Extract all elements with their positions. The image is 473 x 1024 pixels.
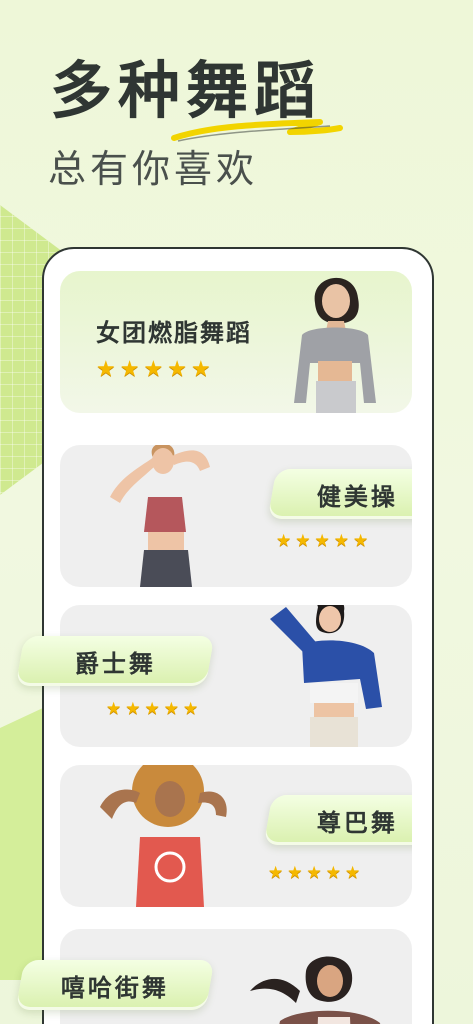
star-icon: ★ — [353, 531, 369, 551]
star-icon: ★ — [190, 357, 211, 382]
dance-label-pill: 爵士舞 — [15, 636, 215, 686]
star-icon: ★ — [295, 531, 311, 551]
star-icon: ★ — [276, 531, 292, 551]
dance-label-pill: 嘻哈街舞 — [15, 960, 215, 1010]
star-icon: ★ — [119, 357, 140, 382]
dancer-photo — [110, 445, 210, 587]
star-icon: ★ — [125, 699, 141, 719]
page-subtitle: 总有你喜欢 — [48, 147, 259, 191]
dance-card-aerobics[interactable]: 健美操 ★ ★ ★ ★ ★ — [60, 445, 412, 587]
dance-label-pill: 尊巴舞 — [263, 795, 412, 845]
rating-stars: ★ ★ ★ ★ ★ — [96, 359, 211, 381]
star-icon: ★ — [333, 531, 349, 551]
star-icon: ★ — [325, 863, 341, 883]
dance-label-pill: 健美操 — [267, 469, 412, 519]
dance-card-label: 嘻哈街舞 — [61, 973, 169, 1002]
star-icon: ★ — [144, 699, 160, 719]
star-icon: ★ — [143, 357, 164, 382]
rating-stars: ★ ★ ★ ★ ★ — [276, 533, 368, 550]
star-icon: ★ — [345, 863, 361, 883]
dance-card-zumba[interactable]: 尊巴舞 ★ ★ ★ ★ ★ — [60, 765, 412, 907]
star-icon: ★ — [287, 863, 303, 883]
underline-swoosh — [171, 119, 343, 142]
star-icon: ★ — [268, 863, 284, 883]
rating-stars: ★ ★ ★ ★ ★ — [268, 865, 360, 882]
star-icon: ★ — [306, 863, 322, 883]
dancer-photo — [270, 605, 382, 747]
dance-card-label: 爵士舞 — [74, 649, 156, 678]
star-icon: ★ — [314, 531, 330, 551]
star-icon: ★ — [96, 357, 116, 382]
promo-page: 多种舞蹈 总有你喜欢 女团燃脂舞蹈 ★ ★ ★ ★ ★ 健美操 ★ ★ ★ ★ … — [0, 0, 473, 1024]
dance-card-label: 女团燃脂舞蹈 — [96, 319, 252, 347]
star-icon: ★ — [167, 357, 187, 382]
dance-card-girl-group[interactable]: 女团燃脂舞蹈 ★ ★ ★ ★ ★ — [60, 271, 412, 413]
dance-card-label: 健美操 — [316, 482, 398, 511]
rating-stars: ★ ★ ★ ★ ★ — [106, 701, 198, 718]
star-icon: ★ — [106, 699, 122, 719]
dance-card-label: 尊巴舞 — [316, 808, 398, 837]
dancer-photo — [250, 956, 381, 1024]
star-icon: ★ — [163, 699, 179, 719]
star-icon: ★ — [183, 699, 199, 719]
dancer-photo — [100, 765, 227, 907]
dancer-photo — [294, 277, 376, 413]
